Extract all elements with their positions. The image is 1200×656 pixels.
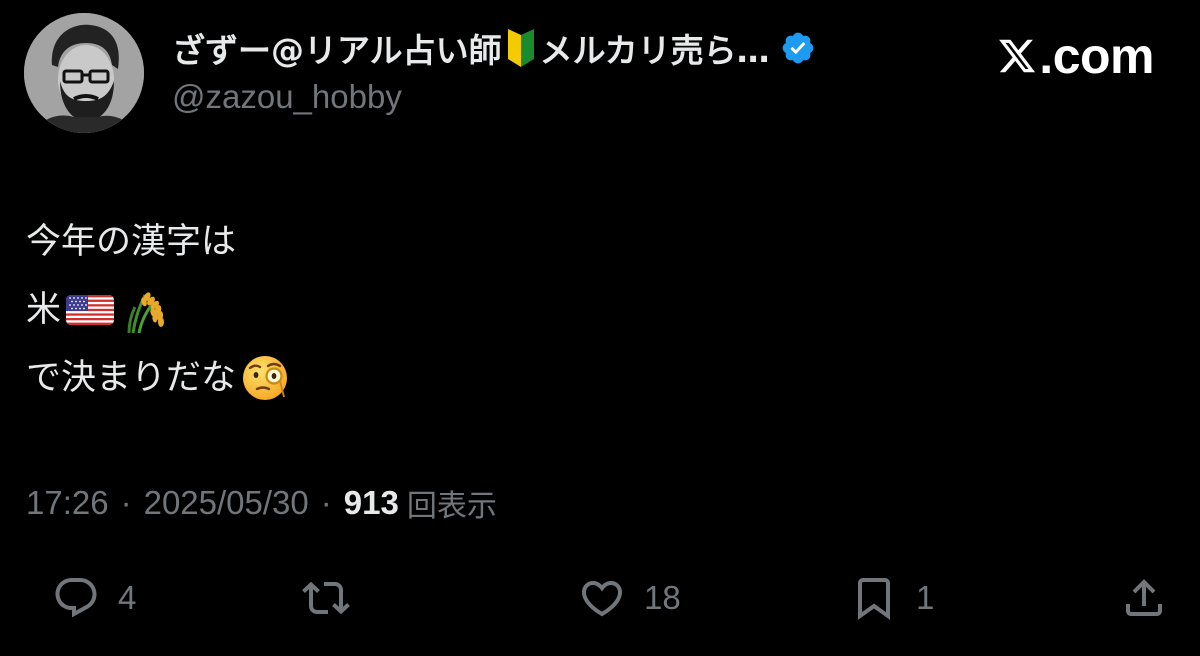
brand-domain-text: .com [1039, 28, 1154, 84]
bookmark-count: 1 [916, 579, 935, 616]
author-handle[interactable]: @zazou_hobby [172, 78, 402, 116]
share-icon [1120, 574, 1168, 622]
meta-separator: · [120, 484, 132, 521]
author-display-name[interactable]: ざずー@リアル占い師 [172, 24, 502, 72]
avatar[interactable] [24, 13, 144, 133]
avatar-illustration [24, 13, 144, 133]
brand-logo: .com [997, 26, 1154, 86]
rice-plant-icon [119, 285, 169, 335]
tweet-line: 米 [26, 276, 290, 344]
reply-button[interactable]: 4 [52, 568, 136, 628]
author-name-row[interactable]: ざずー@リアル占い師 メルカリ売ら… [172, 24, 816, 72]
share-button[interactable] [1120, 568, 1168, 628]
reply-icon [52, 574, 100, 622]
meta-separator: · [320, 484, 332, 521]
tweet-line: 今年の漢字は [26, 208, 290, 276]
bookmark-icon [850, 574, 898, 622]
retweet-button[interactable] [302, 568, 368, 628]
tweet-line-text: 今年の漢字は [26, 222, 237, 262]
verified-badge-icon [780, 30, 816, 66]
x-logo-icon [997, 36, 1037, 76]
reply-count: 4 [118, 579, 137, 616]
bookmark-button[interactable]: 1 [850, 568, 934, 628]
tweet-line: で決まりだな [26, 344, 290, 412]
us-flag-icon [65, 285, 115, 335]
tweet-text: 今年の漢字は 米 で決まりだな [26, 208, 290, 412]
author-display-name-tail[interactable]: メルカリ売ら… [540, 24, 770, 72]
tweet-date[interactable]: 2025/05/30 [144, 484, 309, 522]
face-with-monocle-icon [240, 353, 290, 403]
beginner-mark-icon [506, 29, 536, 67]
views-label[interactable]: 回表示 [407, 481, 497, 525]
like-count: 18 [644, 579, 681, 616]
tweet-time[interactable]: 17:26 [26, 484, 109, 522]
retweet-icon [302, 574, 350, 622]
tweet-meta: 17:26 · 2025/05/30 · 913 回表示 [26, 480, 497, 526]
like-button[interactable]: 18 [578, 568, 681, 628]
action-bar: 4 18 1 [0, 568, 1200, 628]
tweet-line-text: 米 [26, 290, 62, 330]
views-count[interactable]: 913 [344, 484, 399, 522]
heart-icon [578, 574, 626, 622]
tweet-line-text: で決まりだな [26, 358, 237, 398]
